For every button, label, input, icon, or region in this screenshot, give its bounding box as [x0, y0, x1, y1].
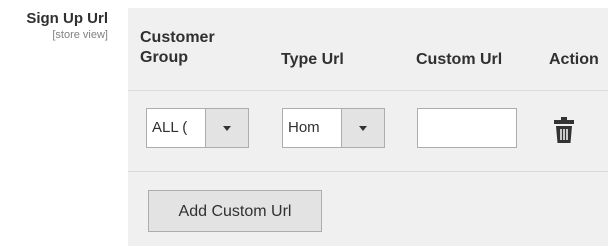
field-label-title: Sign Up Url — [26, 10, 108, 27]
add-custom-url-button[interactable]: Add Custom Url — [148, 190, 322, 232]
chevron-down-icon[interactable] — [341, 109, 384, 147]
header-custom-url: Custom Url — [416, 51, 503, 68]
field-scope-label: [store view] — [52, 29, 108, 41]
field-label: Sign Up Url [store view] — [0, 10, 108, 42]
header-type-url: Type Url — [281, 51, 344, 68]
type-url-select-value: Hom — [288, 119, 320, 136]
type-url-select[interactable]: Hom — [282, 108, 385, 148]
trash-icon[interactable] — [554, 117, 574, 143]
header-action: Action — [549, 51, 599, 68]
customer-group-select[interactable]: ALL ( — [146, 108, 249, 148]
custom-url-table: Customer Group Type Url Custom Url Actio… — [128, 8, 608, 246]
table-row: ALL ( Hom — [128, 91, 608, 172]
header-customer-group: Customer Group — [140, 29, 215, 66]
customer-group-select-value: ALL ( — [152, 119, 188, 136]
table-header-row: Customer Group Type Url Custom Url Actio… — [128, 8, 608, 91]
chevron-down-icon[interactable] — [205, 109, 248, 147]
custom-url-input[interactable] — [417, 108, 517, 148]
